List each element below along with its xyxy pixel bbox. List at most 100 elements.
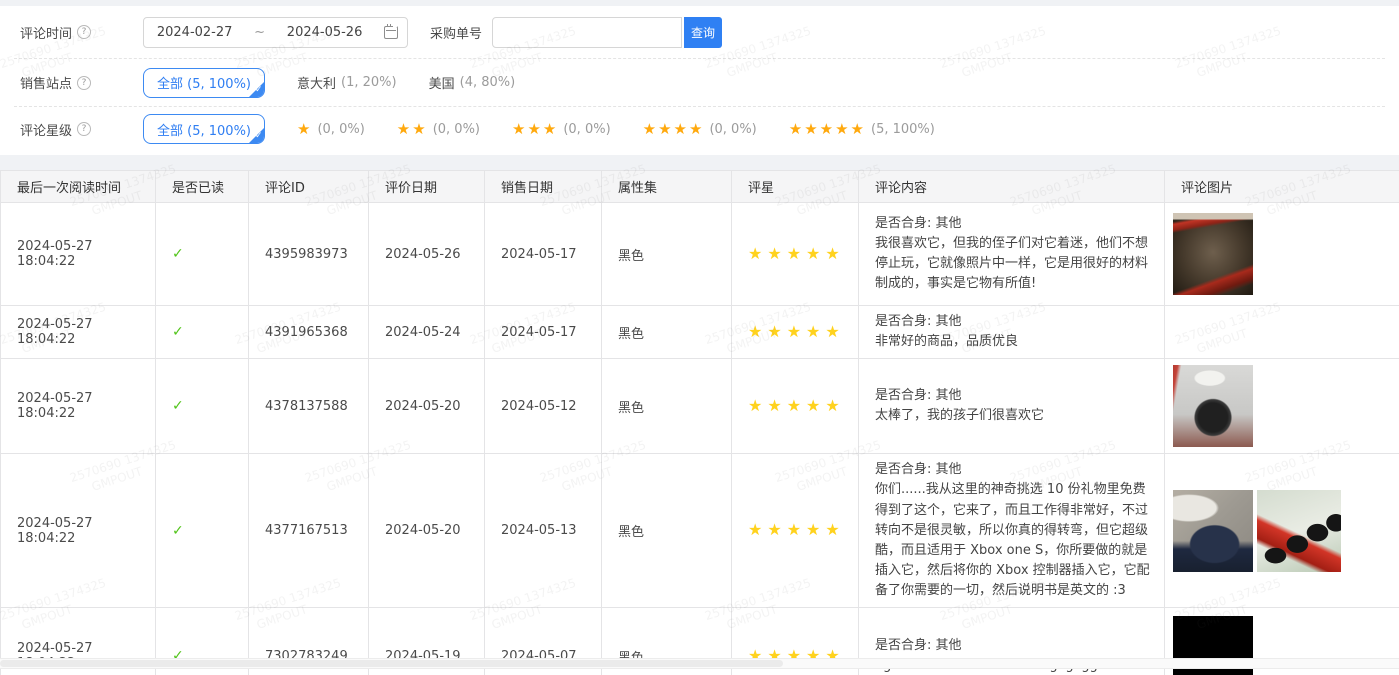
cell-review-date: 2024-05-20	[369, 359, 485, 454]
cell-read-time: 2024-05-27 18:04:22	[1, 203, 156, 306]
cell-review-content: 是否合身: 其他 我很喜欢它，但我的侄子们对它着迷，他们不想停止玩，它就像照片中…	[859, 203, 1165, 306]
purchase-order-label: 采购单号	[430, 23, 482, 42]
review-photo-thumbnail[interactable]	[1173, 490, 1253, 572]
table-row: 2024-05-27 18:04:22 ✓ 4395983973 2024-05…	[1, 203, 1399, 306]
site-usa-label: 美国	[429, 73, 455, 92]
date-to-value[interactable]: 2024-05-26	[283, 25, 367, 40]
review-text: 你们......我从这里的神奇挑选 10 份礼物里免费得到了这个，它来了，而且工…	[875, 480, 1152, 601]
read-check-icon: ✓	[172, 523, 184, 539]
col-header-attribute-set: 属性集	[602, 171, 732, 203]
cell-review-content: 是否合身: 其他 你们......我从这里的神奇挑选 10 份礼物里免费得到了这…	[859, 454, 1165, 608]
rating-4-count: (0, 0%)	[709, 122, 756, 137]
review-photo-thumbnail[interactable]	[1173, 365, 1253, 447]
read-check-icon: ✓	[172, 324, 184, 340]
filter-row-site: 销售站点 全部 (5, 100%) 意大利 (1, 20%) 美国 (4, 80…	[0, 59, 1399, 106]
rating-5-count: (5, 100%)	[871, 122, 935, 137]
read-check-icon: ✓	[172, 246, 184, 262]
star-icon: ★★★★★	[789, 122, 866, 137]
col-header-review-date: 评价日期	[369, 171, 485, 203]
review-fit-line: 是否合身: 其他	[875, 460, 1152, 480]
rating-filter-3-star[interactable]: ★★★ (0, 0%)	[512, 122, 611, 137]
review-fit-line: 是否合身: 其他	[875, 214, 1152, 234]
horizontal-scrollbar[interactable]	[0, 658, 1399, 669]
selected-check-icon	[248, 127, 265, 144]
site-filter-italy[interactable]: 意大利 (1, 20%)	[297, 73, 397, 92]
site-italy-label: 意大利	[297, 73, 336, 92]
filter-panel: 评论时间 2024-02-27 ~ 2024-05-26 采购单号 查询 销售站…	[0, 6, 1399, 155]
cell-sale-date: 2024-05-13	[485, 454, 602, 608]
review-photo-thumbnail[interactable]	[1173, 213, 1253, 295]
review-time-label-text: 评论时间	[20, 23, 72, 42]
review-time-label: 评论时间	[20, 23, 143, 42]
col-header-review-id: 评论ID	[249, 171, 369, 203]
cell-review-date: 2024-05-26	[369, 203, 485, 306]
calendar-icon[interactable]	[384, 26, 398, 39]
site-filter-usa[interactable]: 美国 (4, 80%)	[429, 73, 516, 92]
rating-filter-1-star[interactable]: ★ (0, 0%)	[297, 122, 365, 137]
col-header-is-read: 是否已读	[156, 171, 249, 203]
reviews-table: 最后一次阅读时间 是否已读 评论ID 评价日期 销售日期 属性集 评星 评论内容…	[0, 170, 1399, 675]
help-icon[interactable]	[77, 122, 91, 136]
cell-review-date: 2024-05-20	[369, 454, 485, 608]
cell-review-id: 4378137588	[249, 359, 369, 454]
review-text: 非常好的商品，品质优良	[875, 332, 1152, 352]
help-icon[interactable]	[77, 76, 91, 90]
rating-1-count: (0, 0%)	[317, 122, 364, 137]
date-range-picker[interactable]: 2024-02-27 ~ 2024-05-26	[143, 17, 408, 48]
rating-stars-icon: ★★★★★	[748, 244, 845, 263]
review-text: 太棒了，我的孩子们很喜欢它	[875, 406, 1152, 426]
query-button[interactable]: 查询	[684, 17, 722, 48]
table-header-row: 最后一次阅读时间 是否已读 评论ID 评价日期 销售日期 属性集 评星 评论内容…	[1, 171, 1399, 203]
review-rating-label-text: 评论星级	[20, 120, 72, 139]
col-header-content: 评论内容	[859, 171, 1165, 203]
star-icon: ★	[297, 122, 312, 137]
cell-review-id: 4395983973	[249, 203, 369, 306]
cell-read-time: 2024-05-27 18:04:22	[1, 359, 156, 454]
sales-site-label-text: 销售站点	[20, 73, 72, 92]
star-icon: ★★	[397, 122, 428, 137]
cell-review-date: 2024-05-24	[369, 306, 485, 359]
scrollbar-thumb[interactable]	[0, 660, 783, 667]
site-all-label: 全部 (5, 100%)	[157, 73, 251, 92]
review-fit-line: 是否合身: 其他	[875, 386, 1152, 406]
site-usa-count: (4, 80%)	[460, 75, 516, 90]
site-filter-all-chip[interactable]: 全部 (5, 100%)	[143, 68, 265, 98]
help-icon[interactable]	[77, 25, 91, 39]
reviews-table-container: 最后一次阅读时间 是否已读 评论ID 评价日期 销售日期 属性集 评星 评论内容…	[0, 170, 1399, 675]
cell-attribute: 黑色	[602, 306, 732, 359]
rating-stars-icon: ★★★★★	[748, 396, 845, 415]
review-management-page: 2570690 1374325GMPOUT2570690 1374325GMPO…	[0, 0, 1399, 675]
filter-row-time: 评论时间 2024-02-27 ~ 2024-05-26 采购单号 查询	[0, 6, 1399, 58]
date-from-value[interactable]: 2024-02-27	[153, 25, 237, 40]
cell-read-time: 2024-05-27 18:04:22	[1, 454, 156, 608]
cell-sale-date: 2024-05-17	[485, 306, 602, 359]
read-check-icon: ✓	[172, 398, 184, 414]
cell-review-id: 4391965368	[249, 306, 369, 359]
review-rating-label: 评论星级	[20, 120, 143, 139]
sales-site-label: 销售站点	[20, 73, 143, 92]
table-row: 2024-05-27 18:04:22 ✓ 4378137588 2024-05…	[1, 359, 1399, 454]
filter-row-rating: 评论星级 全部 (5, 100%) ★ (0, 0%) ★★ (0, 0%) ★…	[0, 107, 1399, 151]
col-header-rating: 评星	[732, 171, 859, 203]
rating-stars-icon: ★★★★★	[748, 322, 845, 341]
rating-filter-all-chip[interactable]: 全部 (5, 100%)	[143, 114, 265, 144]
cell-attribute: 黑色	[602, 359, 732, 454]
cell-review-id: 4377167513	[249, 454, 369, 608]
cell-attribute: 黑色	[602, 203, 732, 306]
table-row: 2024-05-27 18:04:22 ✓ 4391965368 2024-05…	[1, 306, 1399, 359]
date-range-separator: ~	[254, 25, 265, 40]
rating-filter-2-star[interactable]: ★★ (0, 0%)	[397, 122, 480, 137]
rating-filter-4-star[interactable]: ★★★★ (0, 0%)	[643, 122, 757, 137]
cell-review-content: 是否合身: 其他 太棒了，我的孩子们很喜欢它	[859, 359, 1165, 454]
review-text: 我很喜欢它，但我的侄子们对它着迷，他们不想停止玩，它就像照片中一样，它是用很好的…	[875, 234, 1152, 294]
star-icon: ★★★	[512, 122, 558, 137]
rating-all-label: 全部 (5, 100%)	[157, 120, 251, 139]
selected-check-icon	[248, 81, 265, 98]
star-icon: ★★★★	[643, 122, 705, 137]
purchase-order-input[interactable]	[492, 17, 682, 48]
rating-2-count: (0, 0%)	[433, 122, 480, 137]
rating-filter-5-star[interactable]: ★★★★★ (5, 100%)	[789, 122, 935, 137]
cell-sale-date: 2024-05-17	[485, 203, 602, 306]
cell-review-content: 是否合身: 其他 非常好的商品，品质优良	[859, 306, 1165, 359]
review-photo-thumbnail[interactable]	[1257, 490, 1341, 572]
